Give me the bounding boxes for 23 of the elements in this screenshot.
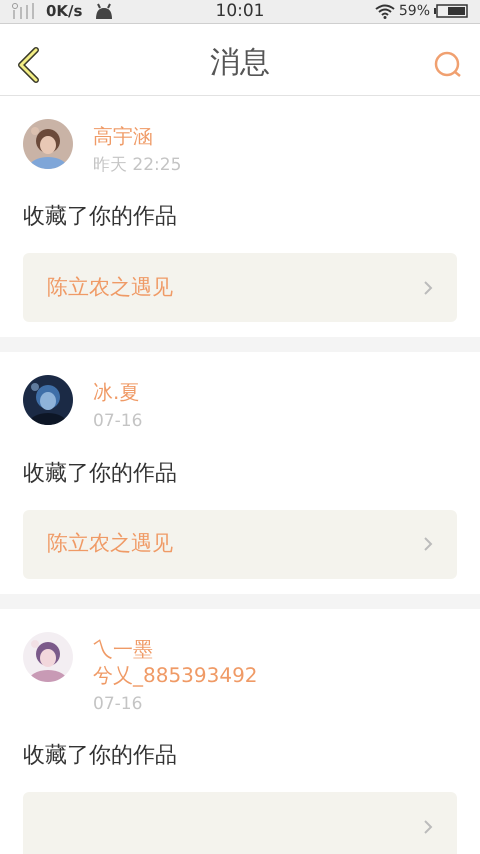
- battery-icon: [434, 4, 468, 18]
- message-text: 收藏了你的作品: [23, 460, 178, 488]
- work-link[interactable]: 陈立农之遇见: [23, 510, 457, 578]
- timestamp: 昨天 22:25: [93, 154, 182, 176]
- network-speed: 0K/s: [46, 1, 82, 22]
- chevron-right-icon: [423, 536, 433, 552]
- work-link[interactable]: 陈立农之遇见: [23, 253, 457, 322]
- user-name[interactable]: 高宇涵: [93, 122, 182, 148]
- message-text: 收藏了你的作品: [23, 203, 178, 231]
- wifi-icon: [374, 4, 395, 19]
- timestamp: 07-16: [93, 692, 144, 716]
- user-name[interactable]: 冰.夏: [93, 379, 142, 405]
- battery-percent: 59%: [398, 2, 430, 21]
- page-title: 消息: [210, 44, 270, 82]
- message-text: 收藏了你的作品: [23, 742, 178, 770]
- timestamp: 07-16: [93, 410, 142, 433]
- clock: 10:01: [216, 0, 264, 22]
- chevron-right-icon: [423, 818, 433, 834]
- chevron-right-icon: [423, 280, 433, 296]
- user-name[interactable]: 乀一墨: [93, 636, 258, 662]
- user-name[interactable]: 兮乂_885393492: [93, 662, 258, 688]
- search-icon: [434, 50, 462, 78]
- android-icon: [94, 3, 114, 20]
